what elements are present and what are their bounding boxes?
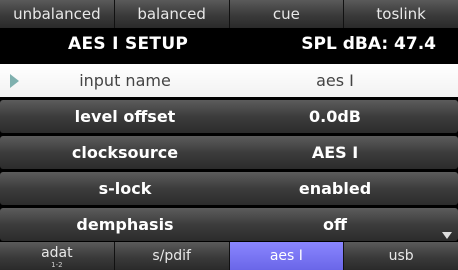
setting-value: off xyxy=(323,215,347,234)
setting-label: s-lock xyxy=(98,179,152,198)
tab-toslink[interactable]: toslink xyxy=(344,0,458,28)
input-type-tabs: unbalanced balanced cue toslink xyxy=(0,0,458,28)
setting-value: AES I xyxy=(311,143,359,162)
tab-label: cue xyxy=(272,5,300,23)
setting-row-clocksource[interactable]: clocksource AES I xyxy=(0,136,458,169)
tab-label: s/pdif xyxy=(152,248,191,264)
tab-sublabel: 1-2 xyxy=(51,261,63,269)
tab-cue[interactable]: cue xyxy=(229,0,345,28)
tab-aes1[interactable]: aes I xyxy=(229,242,345,270)
setting-label: clocksource xyxy=(71,143,179,162)
tab-label: unbalanced xyxy=(13,5,101,23)
setting-row-input-name[interactable]: input name aes I xyxy=(0,64,458,97)
spl-readout: SPL dBA: 47.4 xyxy=(301,34,436,54)
setting-label: input name xyxy=(79,71,171,90)
tab-usb[interactable]: usb xyxy=(344,242,458,270)
tab-unbalanced[interactable]: unbalanced xyxy=(0,0,115,28)
page-header: AES I SETUP SPL dBA: 47.4 xyxy=(0,28,458,64)
tab-label: usb xyxy=(388,248,414,264)
tab-label: adat xyxy=(41,245,73,261)
tab-label: aes I xyxy=(269,248,303,264)
setting-row-level-offset[interactable]: level offset 0.0dB xyxy=(0,100,458,133)
setting-label: demphasis xyxy=(76,215,174,234)
setting-value: enabled xyxy=(298,179,372,198)
tab-spdif[interactable]: s/pdif xyxy=(114,242,230,270)
selection-arrow-icon xyxy=(10,74,19,88)
setting-value: aes I xyxy=(316,71,354,90)
setting-row-demphasis[interactable]: demphasis off xyxy=(0,208,458,241)
setting-row-s-lock[interactable]: s-lock enabled xyxy=(0,172,458,205)
settings-list: input name aes I level offset 0.0dB cloc… xyxy=(0,64,458,244)
tab-balanced[interactable]: balanced xyxy=(114,0,230,28)
setting-value: 0.0dB xyxy=(309,107,361,126)
tab-adat[interactable]: adat 1-2 xyxy=(0,242,115,270)
tab-label: balanced xyxy=(137,5,206,23)
tab-label: toslink xyxy=(376,5,426,23)
scroll-down-icon[interactable] xyxy=(442,232,452,239)
source-tabs: adat 1-2 s/pdif aes I usb xyxy=(0,242,458,270)
page-title: AES I SETUP xyxy=(68,34,189,54)
setting-label: level offset xyxy=(74,107,176,126)
